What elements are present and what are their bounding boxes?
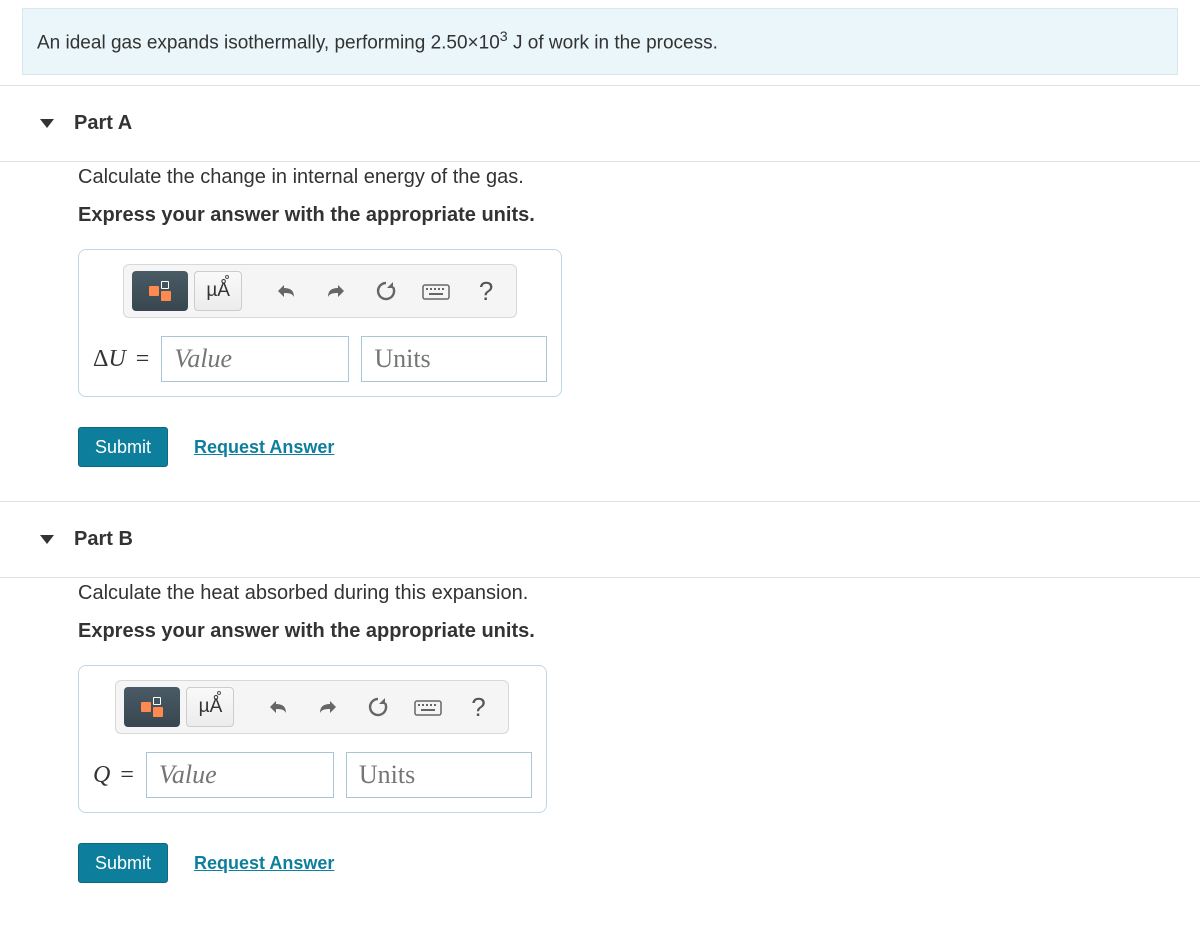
submit-button[interactable]: Submit xyxy=(78,427,168,467)
special-chars-button[interactable]: µÅ xyxy=(186,687,234,727)
help-label: ? xyxy=(479,276,493,307)
undo-icon xyxy=(267,698,289,716)
units-input[interactable] xyxy=(346,752,532,798)
units-input-field[interactable] xyxy=(359,760,519,790)
request-answer-link[interactable]: Request Answer xyxy=(194,853,334,874)
reset-icon xyxy=(367,696,389,718)
part-header-a[interactable]: Part A xyxy=(0,86,1200,161)
keyboard-button[interactable] xyxy=(406,687,450,727)
reset-button[interactable] xyxy=(364,271,408,311)
undo-button[interactable] xyxy=(264,271,308,311)
keyboard-icon xyxy=(422,282,450,300)
templates-button[interactable] xyxy=(124,687,180,727)
template-box-icon xyxy=(141,702,151,712)
part-body-b: Calculate the heat absorbed during this … xyxy=(0,578,1200,917)
redo-icon xyxy=(317,698,339,716)
part-body-a: Calculate the change in internal energy … xyxy=(0,162,1200,501)
part-prompt: Calculate the heat absorbed during this … xyxy=(78,578,1200,608)
part-header-b[interactable]: Part B xyxy=(0,502,1200,577)
part-instruction: Express your answer with the appropriate… xyxy=(78,620,1200,643)
units-input-field[interactable] xyxy=(374,344,534,374)
template-box-icon xyxy=(149,286,159,296)
special-chars-button[interactable]: µÅ xyxy=(194,271,242,311)
redo-button[interactable] xyxy=(314,271,358,311)
value-input-field[interactable] xyxy=(174,344,336,374)
value-input-field[interactable] xyxy=(159,760,321,790)
part-prompt: Calculate the change in internal energy … xyxy=(78,162,1200,192)
redo-button[interactable] xyxy=(306,687,350,727)
help-button[interactable]: ? xyxy=(456,687,500,727)
variable-label: Q = xyxy=(93,762,134,789)
answer-box: µÅ xyxy=(78,249,562,397)
units-input[interactable] xyxy=(361,336,547,382)
answer-box: µÅ xyxy=(78,665,547,813)
formula-toolbar: µÅ xyxy=(115,680,509,734)
template-box-icon xyxy=(153,697,161,705)
reset-button[interactable] xyxy=(356,687,400,727)
keyboard-icon xyxy=(414,698,442,716)
problem-text-after: J of work in the process. xyxy=(508,32,718,53)
part-instruction: Express your answer with the appropriate… xyxy=(78,204,1200,227)
variable-label: ΔU = xyxy=(93,346,149,373)
help-button[interactable]: ? xyxy=(464,271,508,311)
part-title: Part A xyxy=(74,112,132,135)
keyboard-button[interactable] xyxy=(414,271,458,311)
value-input[interactable] xyxy=(146,752,334,798)
redo-icon xyxy=(325,282,347,300)
problem-value: 2.50×10 xyxy=(431,32,500,53)
ring-accent-icon xyxy=(217,691,221,695)
part-title: Part B xyxy=(74,528,133,551)
ring-accent-icon xyxy=(225,275,229,279)
help-label: ? xyxy=(471,692,485,723)
undo-button[interactable] xyxy=(256,687,300,727)
formula-toolbar: µÅ xyxy=(123,264,517,318)
value-input[interactable] xyxy=(161,336,349,382)
submit-button[interactable]: Submit xyxy=(78,843,168,883)
reset-icon xyxy=(375,280,397,302)
template-box-icon xyxy=(161,281,169,289)
ma-label: µÅ xyxy=(199,696,223,718)
request-answer-link[interactable]: Request Answer xyxy=(194,437,334,458)
undo-icon xyxy=(275,282,297,300)
templates-button[interactable] xyxy=(132,271,188,311)
ma-label: µÅ xyxy=(206,280,230,302)
template-box-icon xyxy=(153,707,163,717)
caret-down-icon xyxy=(40,119,54,128)
problem-text-before: An ideal gas expands isothermally, perfo… xyxy=(37,32,431,53)
problem-exp: 3 xyxy=(500,29,508,45)
problem-statement: An ideal gas expands isothermally, perfo… xyxy=(22,8,1178,75)
caret-down-icon xyxy=(40,535,54,544)
template-box-icon xyxy=(161,291,171,301)
